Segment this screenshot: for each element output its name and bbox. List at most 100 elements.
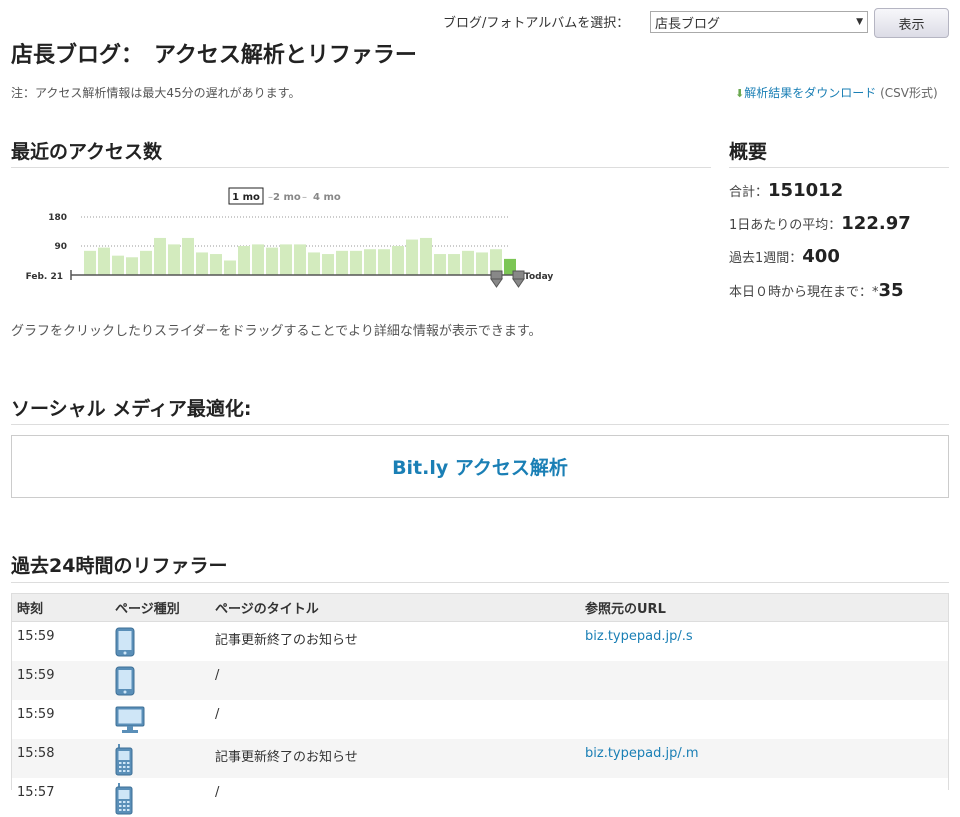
show-button[interactable]: 表示 bbox=[874, 8, 949, 38]
table-border-right bbox=[948, 593, 949, 790]
chart-help-text: グラフをクリックしたりスライダーをドラッグすることでより詳細な情報が表示できます… bbox=[11, 324, 542, 339]
feature-phone-icon bbox=[115, 782, 203, 815]
chevron-down-icon: ▼ bbox=[856, 17, 863, 27]
cell-time: 15:57 bbox=[17, 784, 55, 800]
bitly-analytics-link[interactable]: Bit.ly アクセス解析 bbox=[392, 453, 568, 480]
chart-bar[interactable] bbox=[98, 247, 110, 275]
cell-referrer-url bbox=[579, 700, 949, 739]
x-start-label: Feb. 21 bbox=[26, 272, 63, 282]
stat-last-week: 過去1週間：400 bbox=[729, 246, 840, 267]
table-row: 15:59 / bbox=[11, 660, 949, 700]
referrer-url-link[interactable]: biz.typepad.jp/.s bbox=[585, 629, 693, 644]
cell-page-title: 記事更新終了のお知らせ bbox=[215, 633, 358, 648]
stat-last-week-value: 400 bbox=[802, 246, 840, 267]
x-end-label: Today bbox=[524, 272, 553, 282]
desktop-icon bbox=[115, 705, 203, 735]
chart-bar[interactable] bbox=[154, 237, 166, 275]
chart-bar[interactable] bbox=[112, 255, 124, 275]
y-tick-label: 180 bbox=[48, 213, 67, 223]
social-media-title: ソーシャル メディア最適化: bbox=[11, 398, 252, 420]
smartphone-icon bbox=[115, 666, 203, 696]
column-header-page-title: ページのタイトル bbox=[209, 593, 579, 622]
cell-time: 15:59 bbox=[17, 706, 55, 722]
range-option-4mo[interactable]: 4 mo bbox=[313, 192, 341, 203]
slider-handle[interactable] bbox=[512, 270, 525, 288]
blog-select[interactable]: 店長ブログ ▼ bbox=[650, 11, 868, 33]
chart-bar[interactable] bbox=[84, 250, 96, 275]
cell-page-type bbox=[109, 738, 209, 778]
stat-last-week-label: 過去1週間： bbox=[729, 251, 803, 266]
cell-referrer-url: biz.typepad.jp/.m bbox=[579, 738, 949, 778]
column-header-referrer-url: 参照元のURL bbox=[579, 593, 949, 622]
chart-bar[interactable] bbox=[252, 244, 264, 275]
feature-phone-icon bbox=[115, 743, 203, 776]
divider bbox=[11, 424, 949, 425]
referrer-url-link[interactable]: biz.typepad.jp/.m bbox=[585, 746, 699, 761]
cell-referrer-url bbox=[579, 778, 949, 817]
blog-select-label: ブログ/フォトアルバムを選択： bbox=[443, 16, 630, 31]
referrers-table: 時刻 ページ種別 ページのタイトル 参照元のURL 15:59 記事更新終了のお知… bbox=[11, 593, 949, 817]
chart-bar[interactable] bbox=[238, 246, 250, 275]
chart-bar[interactable] bbox=[364, 249, 376, 275]
table-row: 15:59 記事更新終了のお知らせ biz.typepad.jp/.s bbox=[11, 622, 949, 661]
download-link-text[interactable]: 解析結果をダウンロード bbox=[744, 86, 876, 100]
table-row: 15:57 / bbox=[11, 778, 949, 817]
chart-bar[interactable] bbox=[266, 247, 278, 275]
chart-bar[interactable] bbox=[196, 252, 208, 275]
summary-title: 概要 bbox=[729, 141, 768, 163]
table-header-row: 時刻 ページ種別 ページのタイトル 参照元のURL bbox=[11, 593, 949, 622]
chart-bar[interactable] bbox=[280, 244, 292, 275]
cell-page-type bbox=[109, 700, 209, 739]
download-csv-link[interactable]: ⬇解析結果をダウンロード (CSV形式) bbox=[735, 84, 938, 101]
referrers-title: 過去24時間のリファラー bbox=[11, 555, 228, 577]
cell-page-type bbox=[109, 660, 209, 700]
chart-bar[interactable] bbox=[336, 250, 348, 275]
cell-time: 15:58 bbox=[11, 738, 109, 778]
slider-handle[interactable] bbox=[490, 270, 503, 288]
chart-bar[interactable] bbox=[420, 237, 432, 275]
blog-select-value: 店長ブログ bbox=[655, 16, 721, 32]
chart-bar[interactable] bbox=[378, 249, 390, 275]
table-border-left bbox=[11, 593, 12, 790]
stat-daily-average-value: 122.97 bbox=[841, 213, 911, 234]
range-toggle[interactable]: 1 mo – 2 mo – 4 mo bbox=[228, 187, 341, 205]
range-option-1mo[interactable]: 1 mo bbox=[232, 192, 260, 203]
cell-page-type bbox=[109, 778, 209, 817]
chart-bar[interactable] bbox=[294, 244, 306, 275]
stat-total-value: 151012 bbox=[768, 180, 844, 201]
stat-today-value: 35 bbox=[878, 280, 904, 301]
divider bbox=[11, 167, 711, 168]
divider bbox=[729, 167, 949, 168]
range-separator: – bbox=[302, 192, 307, 203]
divider bbox=[11, 582, 949, 583]
chart-bar[interactable] bbox=[476, 252, 488, 275]
download-format: (CSV形式) bbox=[880, 86, 938, 100]
chart-bar[interactable] bbox=[448, 254, 460, 275]
cell-page-type bbox=[109, 622, 209, 661]
cell-time: 15:59 bbox=[17, 629, 55, 644]
page-title: 店長ブログ： アクセス解析とリファラー bbox=[11, 43, 417, 68]
chart-bar[interactable] bbox=[392, 246, 404, 275]
chart-bar[interactable] bbox=[224, 260, 236, 276]
table-row: 15:58 記事更新終了のお知らせ biz.typepad.jp/.m bbox=[11, 738, 949, 778]
recent-access-title: 最近のアクセス数 bbox=[11, 141, 163, 163]
chart-bar[interactable] bbox=[434, 254, 446, 275]
y-tick-label: 90 bbox=[54, 242, 67, 252]
range-option-2mo[interactable]: 2 mo bbox=[273, 192, 301, 203]
chart-bar[interactable] bbox=[126, 257, 138, 275]
chart-bar[interactable] bbox=[168, 244, 180, 275]
chart-bar[interactable] bbox=[210, 254, 222, 275]
chart-bar[interactable] bbox=[462, 250, 474, 275]
column-header-page-type: ページ種別 bbox=[109, 593, 209, 622]
chart-bar[interactable] bbox=[406, 239, 418, 275]
chart-bar[interactable] bbox=[140, 250, 152, 275]
table-row: 15:59 / bbox=[11, 700, 949, 739]
column-header-time: 時刻 bbox=[11, 593, 109, 622]
chart-bar[interactable] bbox=[182, 237, 194, 275]
download-arrow-icon: ⬇ bbox=[735, 87, 745, 100]
chart-bar[interactable] bbox=[322, 254, 334, 275]
delay-note: 注：アクセス解析情報は最大45分の遅れがあります。 bbox=[11, 86, 301, 100]
chart-bar[interactable] bbox=[350, 250, 362, 275]
chart-bar[interactable] bbox=[308, 252, 320, 275]
recent-access-chart[interactable]: 1 mo – 2 mo – 4 mo 180 90 Feb. 21 Today bbox=[11, 180, 571, 290]
